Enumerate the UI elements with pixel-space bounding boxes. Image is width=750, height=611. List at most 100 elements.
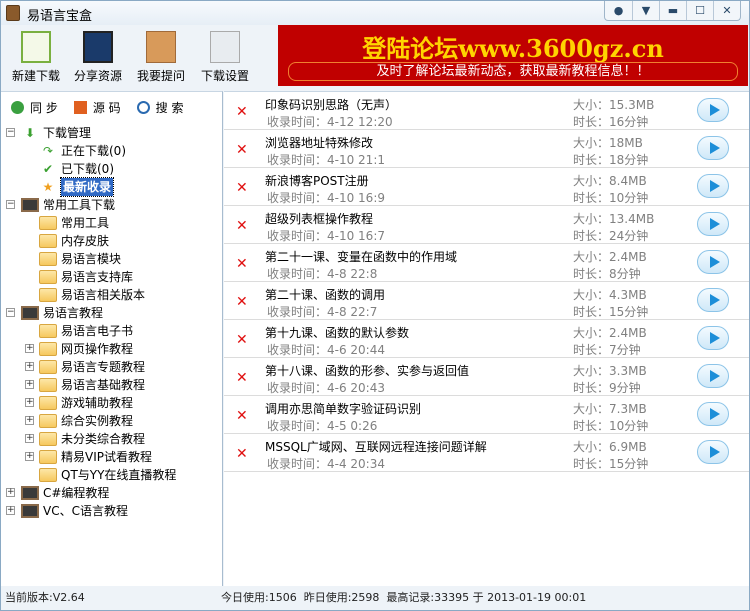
tree-node[interactable]: QT与YY在线直播教程 bbox=[1, 466, 222, 484]
folder-icon bbox=[39, 270, 57, 284]
download-settings-button[interactable]: 下载设置 bbox=[196, 31, 254, 84]
expand-icon[interactable]: + bbox=[25, 416, 34, 425]
expand-icon[interactable]: + bbox=[25, 434, 34, 443]
collapse-icon[interactable]: − bbox=[6, 128, 15, 137]
item-title: 第十八课、函数的形参、实参与返回值 bbox=[265, 364, 470, 378]
new-download-icon bbox=[21, 31, 51, 63]
folder-icon bbox=[39, 216, 57, 230]
tree-node[interactable]: + 综合实例教程 bbox=[1, 412, 222, 430]
tree-node[interactable]: ✔ 已下载(0) bbox=[1, 160, 222, 178]
list-item[interactable]: ✕ 调用亦思简单数字验证码识别 收录时间：4-5 0:26 大小：7.3MB 时… bbox=[224, 396, 749, 434]
tab-source[interactable]: 源 码 bbox=[73, 99, 121, 116]
tree-node[interactable]: + VC、C语言教程 bbox=[1, 502, 222, 520]
expand-icon[interactable]: + bbox=[25, 344, 34, 353]
tree-node[interactable]: + 易语言基础教程 bbox=[1, 376, 222, 394]
play-cloud-icon[interactable] bbox=[697, 250, 729, 274]
tree-node[interactable]: 易语言模块 bbox=[1, 250, 222, 268]
tree-node[interactable]: 易语言支持库 bbox=[1, 268, 222, 286]
list-item[interactable]: ✕ 第二十一课、变量在函数中的作用域 收录时间：4-8 22:8 大小：2.4M… bbox=[224, 244, 749, 282]
expand-icon[interactable]: + bbox=[25, 452, 34, 461]
chat-icon[interactable]: ● bbox=[605, 1, 632, 20]
tree-node[interactable]: − 易语言教程 bbox=[1, 304, 222, 322]
collapse-icon[interactable]: − bbox=[6, 308, 15, 317]
delete-icon[interactable]: ✕ bbox=[236, 256, 248, 272]
delete-icon[interactable]: ✕ bbox=[236, 180, 248, 196]
tree-node[interactable]: ★ 最新收录 bbox=[1, 177, 222, 197]
item-duration: 时长：8分钟 bbox=[573, 267, 641, 281]
list-item[interactable]: ✕ 第二十课、函数的调用 收录时间：4-8 22:7 大小：4.3MB 时长：1… bbox=[224, 282, 749, 320]
new-download-button[interactable]: 新建下载 bbox=[7, 31, 65, 84]
sync-icon bbox=[11, 100, 24, 114]
search-icon bbox=[136, 100, 150, 114]
play-cloud-icon[interactable] bbox=[697, 212, 729, 236]
delete-icon[interactable]: ✕ bbox=[236, 294, 248, 310]
list-item[interactable]: ✕ MSSQL广域网、互联网远程连接问题详解 收录时间：4-4 20:34 大小… bbox=[224, 434, 749, 472]
latest-items-list: ✕ 印象码识别思路（无声） 收录时间：4-12 12:20 大小：15.3MB … bbox=[224, 91, 749, 586]
tree-node[interactable]: + C#编程教程 bbox=[1, 484, 222, 502]
tree-node[interactable]: 易语言相关版本 bbox=[1, 286, 222, 304]
delete-icon[interactable]: ✕ bbox=[236, 370, 248, 386]
item-title: 新浪博客POST注册 bbox=[265, 174, 369, 188]
list-item[interactable]: ✕ 浏览器地址特殊修改 收录时间：4-10 21:1 大小：18MB 时长：18… bbox=[224, 130, 749, 168]
expand-icon[interactable]: + bbox=[25, 362, 34, 371]
list-item[interactable]: ✕ 印象码识别思路（无声） 收录时间：4-12 12:20 大小：15.3MB … bbox=[224, 92, 749, 130]
tree-node-label: VC、C语言教程 bbox=[43, 504, 128, 518]
tree-node-label: 未分类综合教程 bbox=[61, 432, 146, 446]
sidebar: 同 步 源 码 搜 索 − ⬇ 下载管理 ↷ 正在下载(0) ✔ 已下载(0) ★ 最新收录 − 常… bbox=[1, 91, 223, 586]
tree-node-label: 综合实例教程 bbox=[61, 414, 134, 428]
share-resource-button[interactable]: 分享资源 bbox=[69, 31, 127, 84]
delete-icon[interactable]: ✕ bbox=[236, 142, 248, 158]
tree-node-label: 内存皮肤 bbox=[61, 234, 110, 248]
tab-sync[interactable]: 同 步 bbox=[11, 99, 58, 116]
play-cloud-icon[interactable] bbox=[697, 402, 729, 426]
menu-dropdown-icon[interactable]: ▼ bbox=[632, 1, 659, 20]
item-size: 大小：4.3MB bbox=[573, 288, 647, 302]
expand-icon[interactable]: + bbox=[25, 380, 34, 389]
tree-node[interactable]: ↷ 正在下载(0) bbox=[1, 142, 222, 160]
delete-icon[interactable]: ✕ bbox=[236, 104, 248, 120]
tab-search[interactable]: 搜 索 bbox=[136, 99, 183, 116]
play-cloud-icon[interactable] bbox=[697, 440, 729, 464]
tree-node[interactable]: + 易语言专题教程 bbox=[1, 358, 222, 376]
star-icon: ★ bbox=[42, 180, 54, 194]
delete-icon[interactable]: ✕ bbox=[236, 332, 248, 348]
list-item[interactable]: ✕ 超级列表框操作教程 收录时间：4-10 16:7 大小：13.4MB 时长：… bbox=[224, 206, 749, 244]
tree-node[interactable]: 常用工具 bbox=[1, 214, 222, 232]
play-cloud-icon[interactable] bbox=[697, 174, 729, 198]
delete-icon[interactable]: ✕ bbox=[236, 408, 248, 424]
collapse-icon[interactable]: − bbox=[6, 200, 15, 209]
tree-node[interactable]: + 游戏辅助教程 bbox=[1, 394, 222, 412]
app-icon bbox=[6, 5, 20, 21]
expand-icon[interactable]: + bbox=[6, 506, 15, 515]
item-title: 第十九课、函数的默认参数 bbox=[265, 326, 410, 340]
item-size: 大小：2.4MB bbox=[573, 250, 647, 264]
expand-icon[interactable]: + bbox=[6, 488, 15, 497]
tree-node[interactable]: + 未分类综合教程 bbox=[1, 430, 222, 448]
ask-question-button[interactable]: 我要提问 bbox=[132, 31, 190, 84]
play-cloud-icon[interactable] bbox=[697, 136, 729, 160]
tree-node[interactable]: 内存皮肤 bbox=[1, 232, 222, 250]
list-item[interactable]: ✕ 新浪博客POST注册 收录时间：4-10 16:9 大小：8.4MB 时长：… bbox=[224, 168, 749, 206]
delete-icon[interactable]: ✕ bbox=[236, 218, 248, 234]
tree-node[interactable]: + 精易VIP试看教程 bbox=[1, 448, 222, 466]
list-item[interactable]: ✕ 第十八课、函数的形参、实参与返回值 收录时间：4-6 20:43 大小：3.… bbox=[224, 358, 749, 396]
list-item[interactable]: ✕ 第十九课、函数的默认参数 收录时间：4-6 20:44 大小：2.4MB 时… bbox=[224, 320, 749, 358]
maximize-button[interactable]: ☐ bbox=[686, 1, 713, 20]
expand-icon[interactable]: + bbox=[25, 398, 34, 407]
delete-icon[interactable]: ✕ bbox=[236, 446, 248, 462]
item-duration: 时长：10分钟 bbox=[573, 419, 649, 433]
play-cloud-icon[interactable] bbox=[697, 288, 729, 312]
item-size: 大小：13.4MB bbox=[573, 212, 655, 226]
close-button[interactable]: ✕ bbox=[713, 1, 740, 20]
play-cloud-icon[interactable] bbox=[697, 98, 729, 122]
minimize-button[interactable]: ▬ bbox=[659, 1, 686, 20]
forum-banner[interactable]: 登陆论坛www.3600gz.cn 及时了解论坛最新动态，获取最新教程信息！！ bbox=[278, 25, 748, 86]
item-date: 收录时间：4-12 12:20 bbox=[267, 115, 393, 129]
play-cloud-icon[interactable] bbox=[697, 364, 729, 388]
tree-node[interactable]: 易语言电子书 bbox=[1, 322, 222, 340]
tree-node[interactable]: − 常用工具下载 bbox=[1, 196, 222, 214]
tree-node[interactable]: − ⬇ 下载管理 bbox=[1, 124, 222, 142]
tree-node[interactable]: + 网页操作教程 bbox=[1, 340, 222, 358]
play-cloud-icon[interactable] bbox=[697, 326, 729, 350]
item-duration: 时长：24分钟 bbox=[573, 229, 649, 243]
